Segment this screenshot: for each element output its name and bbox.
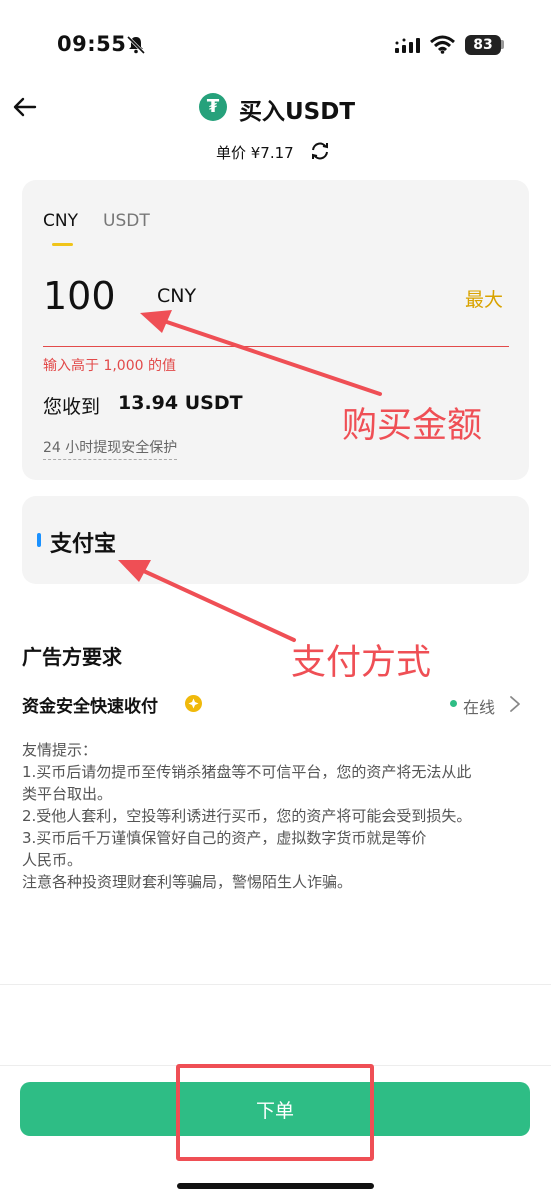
tip-line: 人民币。 bbox=[22, 851, 83, 869]
annotation-purchase-amount: 购买金额 bbox=[342, 406, 483, 446]
online-status: 在线 bbox=[463, 698, 496, 717]
tip-line: 注意各种投资理财套利等骗局，警惕陌生人诈骗。 bbox=[22, 873, 353, 891]
tab-usdt[interactable]: USDT bbox=[103, 211, 150, 231]
tab-cny[interactable]: CNY bbox=[43, 211, 78, 231]
usdt-coin-icon: ₮ bbox=[199, 93, 227, 121]
annotation-highlight-box bbox=[176, 1064, 374, 1161]
cellular-signal-icon bbox=[395, 38, 420, 53]
battery-level: 83 bbox=[465, 35, 501, 55]
back-arrow-icon[interactable] bbox=[12, 94, 38, 120]
unit-price: 单价 ¥7.17 bbox=[216, 144, 294, 162]
online-status-dot bbox=[450, 700, 457, 707]
battery-tip bbox=[501, 40, 504, 49]
withdrawal-protection-link[interactable]: 24 小时提现安全保护 bbox=[43, 437, 178, 460]
home-indicator[interactable] bbox=[177, 1183, 374, 1189]
annotation-payment-method: 支付方式 bbox=[291, 643, 432, 683]
amount-field-underline bbox=[43, 346, 509, 347]
tip-line: 2.受他人套利，空投等利诱进行买币，您的资产将可能会受到损失。 bbox=[22, 807, 472, 825]
active-tab-indicator bbox=[52, 243, 73, 246]
tip-line: 友情提示： bbox=[22, 741, 98, 759]
max-button[interactable]: 最大 bbox=[465, 285, 503, 312]
friendly-tips: 友情提示： 1.买币后请勿提币至传销杀猪盘等不可信平台，您的资产将无法从此 类平… bbox=[22, 739, 527, 893]
requirements-title: 广告方要求 bbox=[22, 645, 122, 669]
amount-input[interactable]: 100 bbox=[43, 274, 116, 318]
verified-badge-icon bbox=[185, 695, 202, 712]
silent-bell-icon bbox=[126, 36, 146, 54]
requirement-item: 资金安全快速收付 bbox=[22, 697, 158, 717]
receive-value: 13.94 USDT bbox=[118, 392, 243, 414]
payment-method-name[interactable]: 支付宝 bbox=[50, 526, 116, 558]
status-time: 09:55 bbox=[57, 32, 127, 56]
tip-line: 类平台取出。 bbox=[22, 785, 113, 803]
payment-accent-bar bbox=[37, 533, 41, 547]
tip-line: 3.买币后千万谨慎保管好自己的资产，虚拟数字货币就是等价 bbox=[22, 829, 427, 847]
receive-label: 您收到 bbox=[43, 396, 101, 418]
refresh-icon[interactable] bbox=[309, 140, 331, 162]
wifi-icon bbox=[430, 35, 455, 54]
section-divider bbox=[0, 984, 551, 985]
tip-line: 1.买币后请勿提币至传销杀猪盘等不可信平台，您的资产将无法从此 bbox=[22, 763, 472, 781]
page-title: 买入USDT bbox=[239, 99, 356, 125]
chevron-right-icon[interactable] bbox=[509, 695, 521, 713]
amount-unit: CNY bbox=[157, 285, 197, 307]
coin-symbol: ₮ bbox=[206, 96, 220, 117]
amount-error-message: 输入高于 1,000 的值 bbox=[43, 358, 176, 374]
